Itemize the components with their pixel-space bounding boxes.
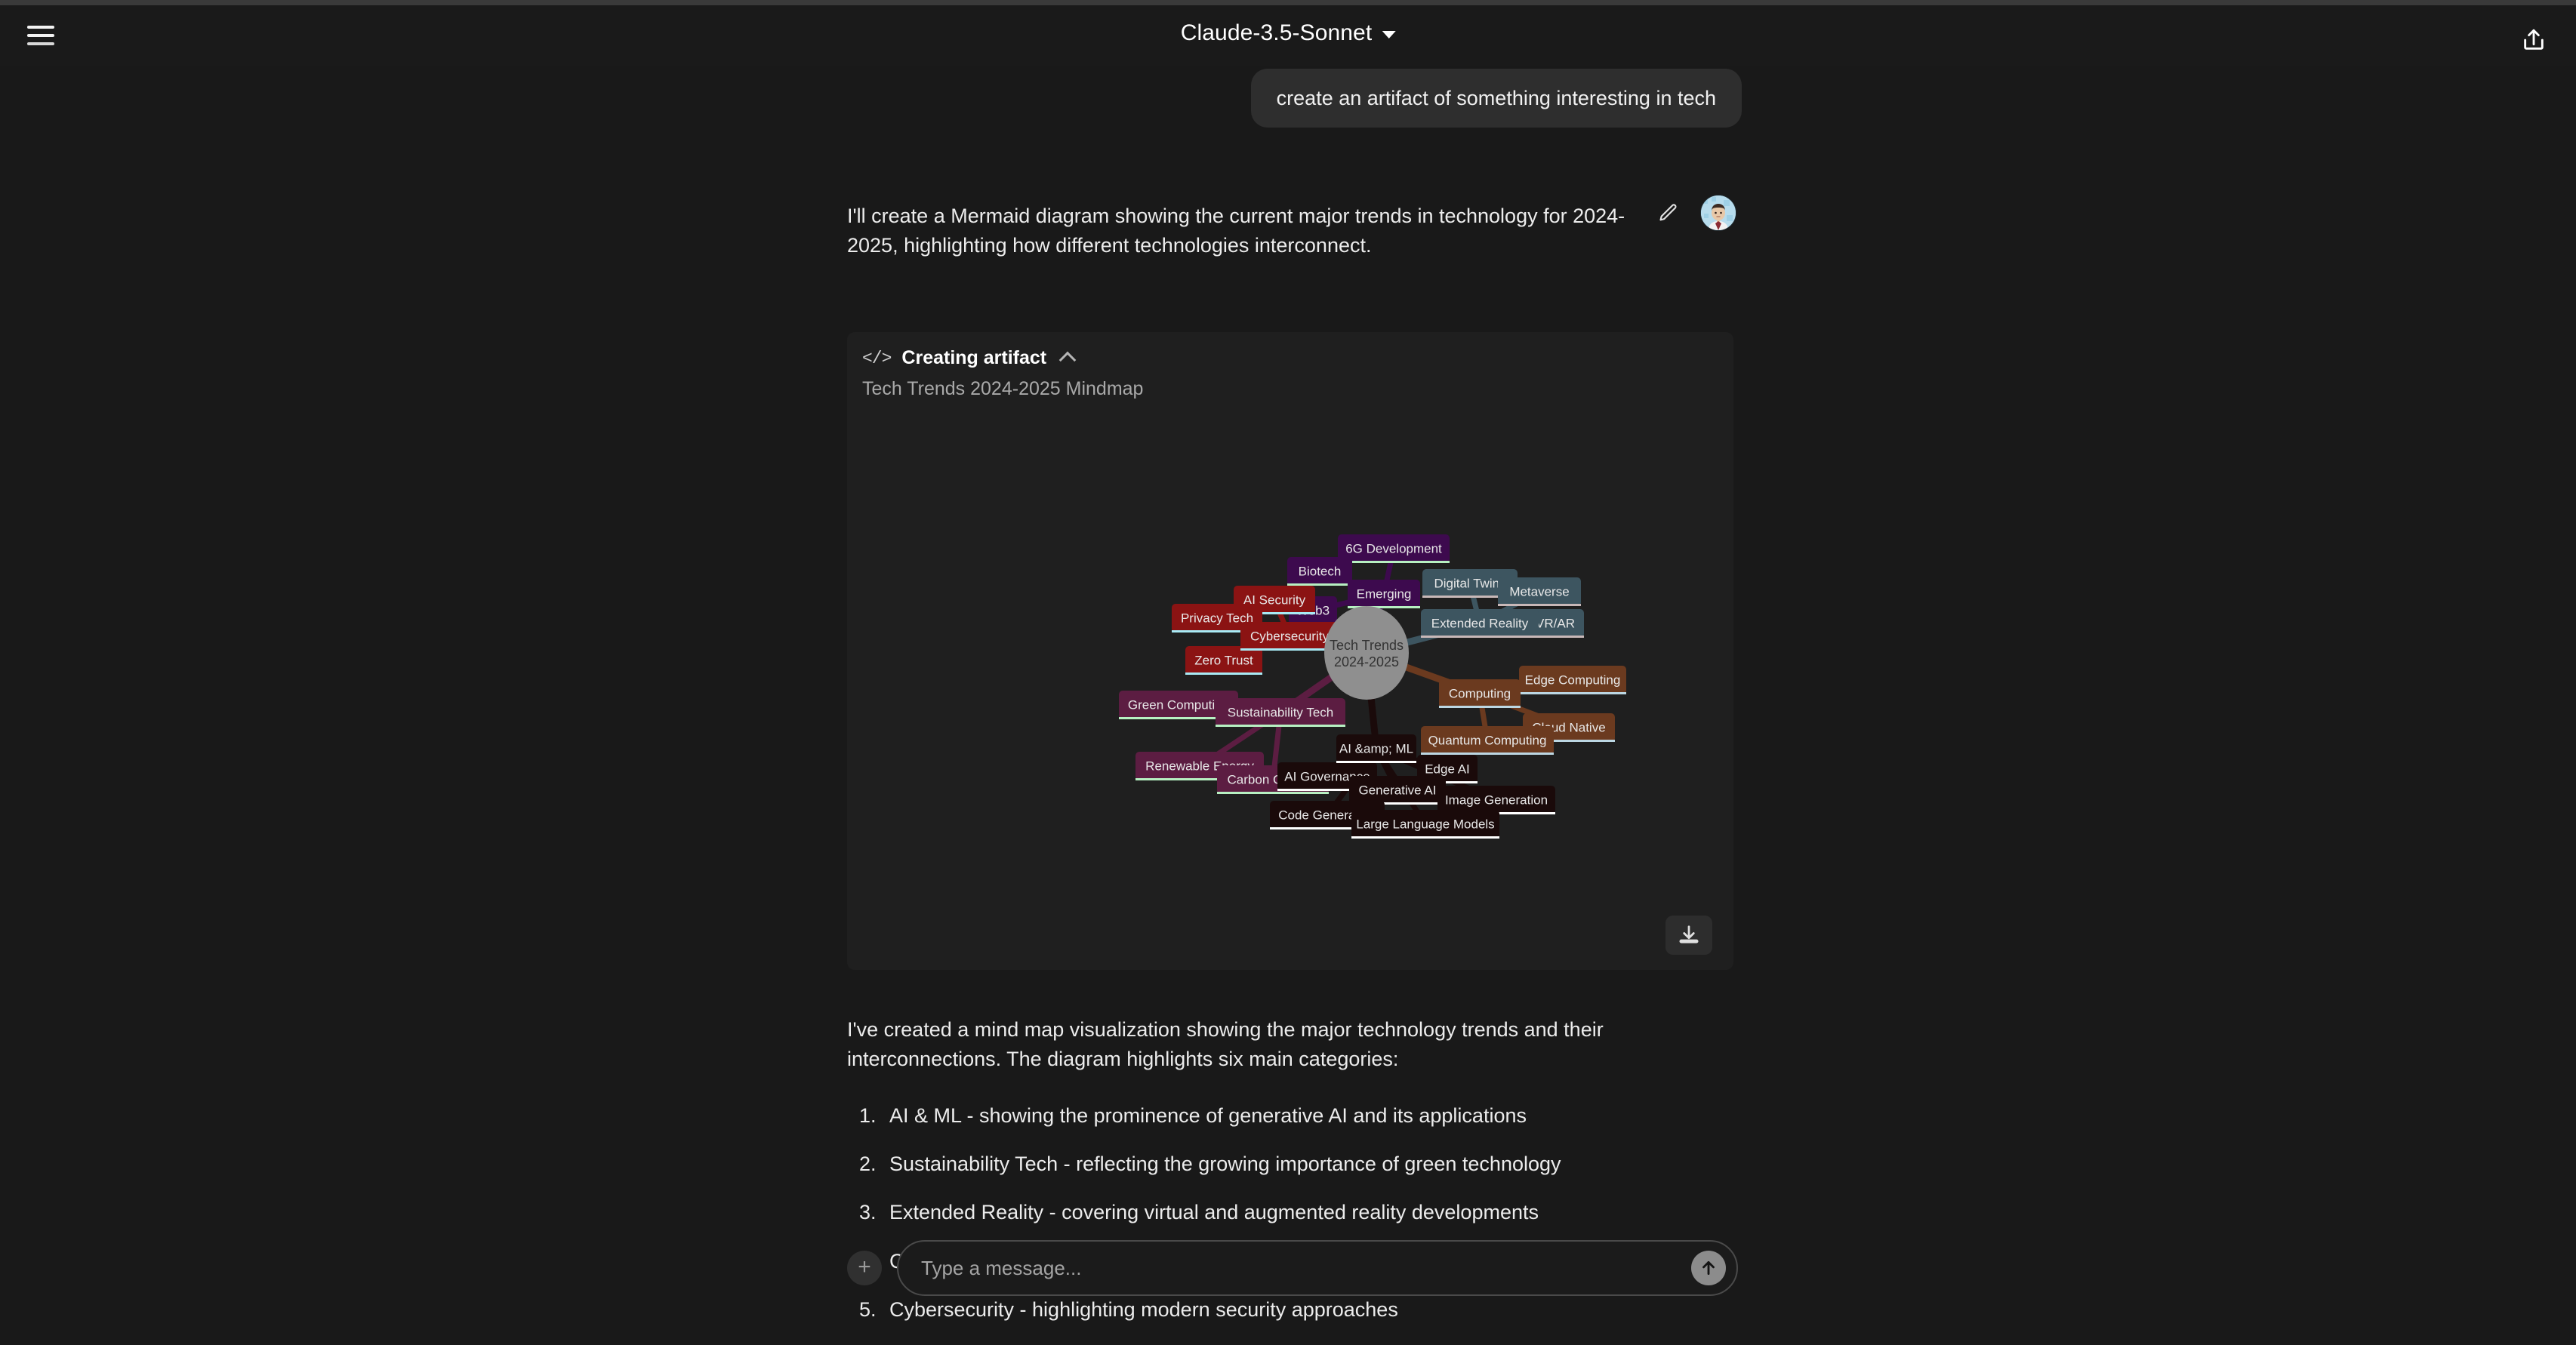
list-item: Sustainability Tech - reflecting the gro…: [882, 1151, 1738, 1177]
artifact-status-label: Creating artifact: [901, 347, 1047, 368]
mindmap-node-label: Edge Computing: [1525, 672, 1621, 687]
conversation-area: create an artifact of something interest…: [0, 66, 2576, 1321]
mindmap-node-label: Green Computing: [1128, 697, 1229, 712]
mindmap-node-underline: [1217, 792, 1329, 794]
mindmap-node-label: Extended Reality: [1431, 616, 1529, 630]
download-button[interactable]: [1665, 916, 1712, 955]
mindmap-node-label: Zero Trust: [1194, 653, 1253, 667]
list-item: AI & ML - showing the prominence of gene…: [882, 1103, 1738, 1129]
mindmap-node-underline: [1216, 725, 1345, 727]
message-input[interactable]: [921, 1256, 1679, 1280]
download-icon: [1679, 925, 1699, 943]
app-header: Claude-3.5-Sonnet: [0, 5, 2576, 66]
model-selector[interactable]: Claude-3.5-Sonnet: [1181, 20, 1396, 46]
arrow-up-icon: [1702, 1261, 1715, 1275]
user-message-row: create an artifact of something interest…: [1250, 69, 1742, 128]
artifact-subtitle: Tech Trends 2024-2025 Mindmap: [862, 378, 1144, 399]
artifact-status-header[interactable]: </> Creating artifact: [862, 347, 1077, 369]
mindmap-node-label: Computing: [1449, 686, 1511, 700]
list-item: Cybersecurity - highlighting modern secu…: [882, 1297, 1738, 1323]
menu-icon[interactable]: [24, 22, 57, 49]
share-icon: [2524, 29, 2544, 50]
mindmap-node-underline: [1336, 761, 1416, 763]
mindmap-node-label: VR/AR: [1536, 616, 1575, 630]
mindmap-node[interactable]: Biotech: [1287, 557, 1352, 586]
assistant-closing-text: I've created a mind map visualization sh…: [847, 1018, 1604, 1071]
mindmap-node-label: Biotech: [1299, 564, 1342, 578]
mindmap-diagram[interactable]: 6G DevelopmentBiotechWeb3EmergingAI Secu…: [847, 400, 1733, 913]
mindmap-node-underline: [1421, 636, 1539, 638]
window-chrome-strip: [0, 0, 2576, 5]
mindmap-node-underline: [1240, 648, 1339, 651]
mindmap-node-label: Edge AI: [1425, 762, 1470, 776]
mindmap-svg: 6G DevelopmentBiotechWeb3EmergingAI Secu…: [1119, 534, 1626, 839]
mindmap-node[interactable]: 6G Development: [1338, 534, 1450, 563]
mindmap-node-underline: [1498, 604, 1581, 606]
mindmap-root-ellipse: [1324, 606, 1409, 700]
mindmap-node[interactable]: Extended Reality: [1421, 609, 1539, 638]
mindmap-node-label: Quantum Computing: [1428, 733, 1547, 747]
plus-icon: +: [858, 1254, 871, 1279]
mindmap-node-label: 6G Development: [1345, 541, 1442, 556]
mindmap-node[interactable]: Computing: [1439, 679, 1521, 708]
mindmap-node[interactable]: Metaverse: [1498, 577, 1581, 606]
mindmap-node-label: Large Language Models: [1356, 817, 1494, 831]
mindmap-node-label: Emerging: [1357, 586, 1412, 601]
mindmap-root-label: 2024-2025: [1334, 654, 1399, 669]
mindmap-node-underline: [1338, 561, 1450, 563]
send-button[interactable]: [1691, 1251, 1726, 1285]
mindmap-node-underline: [1185, 672, 1262, 675]
mindmap-node-label: Digital Twins: [1434, 576, 1505, 590]
mindmap-node-label: Generative AI: [1358, 783, 1436, 797]
mindmap-node[interactable]: Quantum Computing: [1421, 726, 1554, 755]
mindmap-node-label: Image Generation: [1445, 793, 1548, 807]
mindmap-node-label: Metaverse: [1509, 584, 1569, 599]
mindmap-node-underline: [1287, 583, 1352, 586]
mindmap-node-underline: [1421, 753, 1554, 755]
code-brackets-icon: </>: [862, 348, 892, 368]
mindmap-node[interactable]: AI &amp; ML: [1336, 734, 1416, 763]
mindmap-node-underline: [1351, 836, 1499, 839]
mindmap-node[interactable]: Sustainability Tech: [1216, 698, 1345, 727]
share-button[interactable]: [2516, 22, 2552, 58]
list-item: Extended Reality - covering virtual and …: [882, 1199, 1738, 1226]
artifact-panel: </> Creating artifact Tech Trends 2024-2…: [847, 332, 1733, 970]
mindmap-node-label: Cybersecurity: [1250, 629, 1329, 643]
mindmap-node[interactable]: Large Language Models: [1351, 810, 1499, 839]
message-composer: +: [847, 1238, 1738, 1298]
mindmap-node-label: Sustainability Tech: [1228, 705, 1334, 719]
mindmap-node-label: AI &amp; ML: [1339, 741, 1413, 756]
chevron-down-icon: [1382, 31, 1396, 38]
assistant-message: I'll create a Mermaid diagram showing th…: [847, 202, 1732, 260]
chevron-up-icon[interactable]: [1058, 351, 1077, 369]
mindmap-node[interactable]: Generative AI: [1349, 776, 1446, 805]
mindmap-root-label: Tech Trends: [1330, 638, 1404, 653]
mindmap-node[interactable]: Emerging: [1348, 580, 1420, 608]
message-input-shell[interactable]: [897, 1240, 1738, 1296]
mindmap-node[interactable]: Cybersecurity: [1240, 622, 1339, 651]
mindmap-node[interactable]: Edge Computing: [1519, 666, 1626, 694]
mindmap-node-underline: [1519, 692, 1626, 694]
page-title: Claude-3.5-Sonnet: [1180, 20, 1373, 45]
assistant-intro-text: I'll create a Mermaid diagram showing th…: [847, 205, 1625, 257]
hamburger-bar: [27, 26, 54, 29]
hamburger-bar: [27, 34, 54, 37]
mindmap-root-node: Tech Trends2024-2025: [1324, 606, 1409, 700]
user-message-bubble: create an artifact of something interest…: [1250, 69, 1742, 128]
hamburger-bar: [27, 42, 54, 45]
add-attachment-button[interactable]: +: [847, 1251, 882, 1285]
mindmap-node-underline: [1439, 706, 1521, 708]
